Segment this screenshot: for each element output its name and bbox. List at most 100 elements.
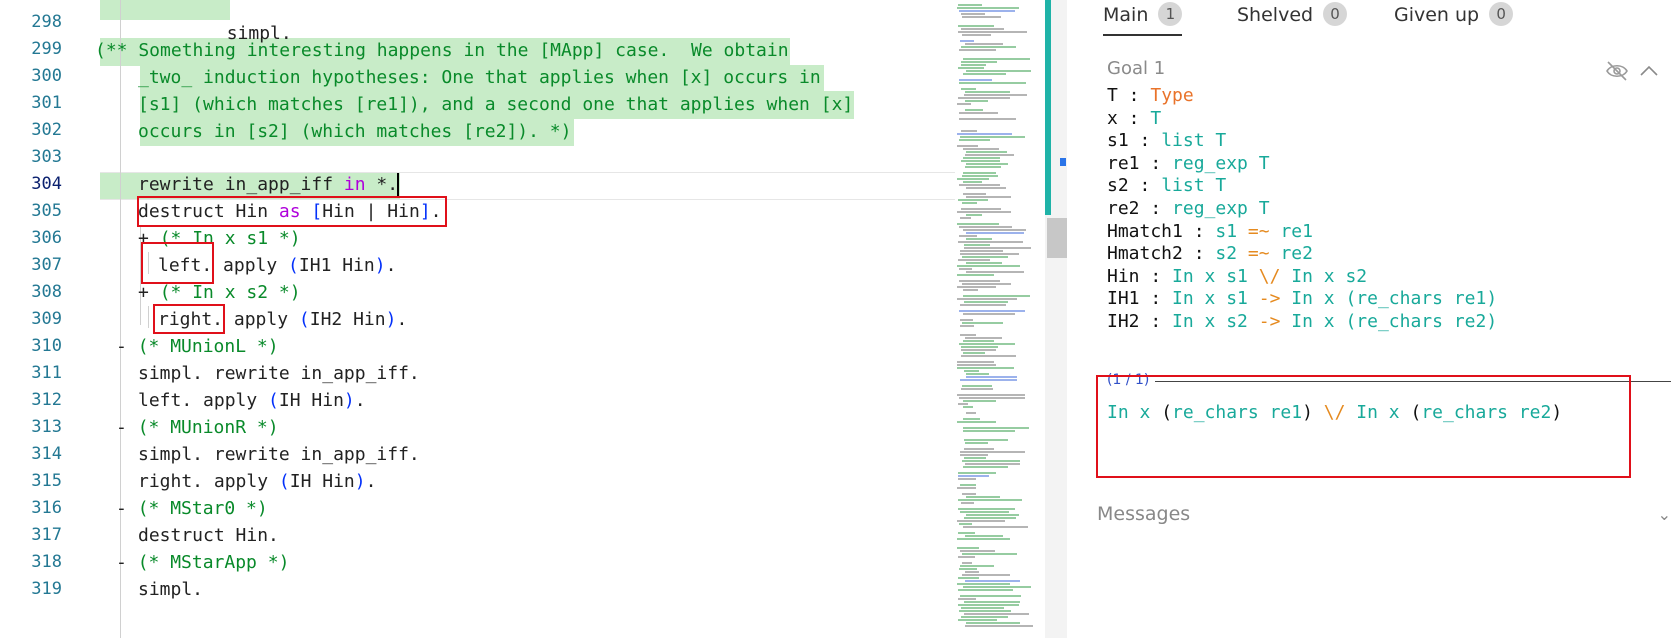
minimap-line: [960, 379, 1017, 381]
minimap-line: [965, 91, 1010, 93]
minimap-line: [963, 418, 980, 420]
minimap-line: [958, 598, 976, 600]
hypothesis: Hmatch2 : s2 =~ re2: [1107, 243, 1313, 264]
minimap-line: [964, 613, 1029, 615]
minimap-line: [960, 40, 974, 42]
minimap-line: [959, 523, 972, 525]
line-number: 307: [31, 255, 62, 275]
minimap-line: [961, 355, 1016, 357]
minimap-line: [963, 73, 1006, 75]
minimap-line: [966, 70, 1031, 72]
line-number: 312: [31, 390, 62, 410]
minimap-line: [960, 319, 973, 321]
minimap-line: [959, 343, 1015, 345]
minimap-line: [957, 133, 1012, 135]
minimap-line: [958, 67, 984, 69]
minimap-line: [959, 184, 1000, 186]
minimap-line: [966, 196, 1011, 198]
minimap-line: [957, 538, 1010, 540]
minimap-line: [966, 496, 1000, 498]
line-number-active: 304: [31, 174, 62, 194]
minimap-line: [959, 280, 1000, 282]
minimap-line: [965, 625, 1033, 627]
minimap-line: [966, 412, 976, 414]
tab-given-up[interactable]: Given up 0: [1394, 0, 1514, 34]
minimap-line: [962, 460, 1020, 462]
minimap-line: [965, 43, 1003, 45]
minimap-line: [963, 289, 978, 291]
minimap-line: [960, 451, 1025, 453]
minimap-line: [965, 580, 1020, 582]
code-line-active: rewrite in_app_iff in *.: [138, 174, 399, 195]
minimap-line: [958, 478, 976, 480]
minimap-line: [963, 157, 1000, 159]
minimap-line: [959, 310, 1025, 312]
minimap-line: [958, 403, 968, 405]
minimap-line: [966, 187, 1006, 189]
minimap-line: [963, 340, 994, 342]
messages-header[interactable]: Messages: [1097, 503, 1190, 525]
tab-given-up-count: 0: [1489, 2, 1514, 26]
code-line-comment: (** Something interesting happens in the…: [95, 40, 789, 61]
hypothesis: x : T: [1107, 108, 1162, 129]
code-line: simpl. rewrite in_app_iff.: [138, 363, 420, 384]
code-area[interactable]: simpl. (** Something interesting happens…: [95, 0, 955, 638]
line-number-gutter: 298 299 300 301 302 303 304 305 306 307 …: [0, 0, 78, 638]
minimap-line: [959, 610, 1011, 612]
minimap-line: [963, 430, 1015, 432]
minimap-line: [960, 484, 976, 486]
minimap-line: [966, 163, 1008, 165]
minimap-line: [959, 139, 990, 141]
minimap-line: [957, 178, 989, 180]
goal-title: Goal 1: [1107, 58, 1166, 79]
minimap-line: [957, 547, 979, 549]
minimap-line: [965, 571, 979, 573]
minimap-line: [961, 388, 993, 390]
eye-slash-icon[interactable]: [1606, 61, 1628, 81]
chevron-up-icon[interactable]: [1640, 65, 1658, 76]
minimap-line: [964, 457, 986, 459]
code-editor[interactable]: 298 299 300 301 302 303 304 305 306 307 …: [0, 0, 955, 638]
minimap-line: [963, 466, 1008, 468]
line-number: 305: [31, 201, 62, 221]
minimap-line: [962, 175, 998, 177]
minimap-line: [957, 364, 996, 366]
minimap-line: [959, 568, 977, 570]
minimap-line: [958, 199, 988, 201]
minimap-line: [961, 502, 974, 504]
minimap-line: [958, 619, 997, 621]
hypothesis: s2 : list T: [1107, 175, 1227, 196]
hypothesis: T : Type: [1107, 85, 1194, 106]
line-number: 300: [31, 66, 62, 86]
minimap-line: [958, 472, 996, 474]
minimap-line: [958, 508, 1015, 510]
code-line: - (* MStar0 *): [116, 498, 268, 519]
minimap-line: [957, 145, 978, 147]
processed-progress-bar: [1045, 0, 1051, 215]
minimap-line: [964, 94, 1027, 96]
minimap-line: [960, 454, 988, 456]
tab-shelved-count: 0: [1323, 2, 1348, 26]
minimap-line: [964, 301, 1008, 303]
minimap-line: [959, 82, 1026, 84]
minimap-line: [964, 439, 1008, 441]
code-line-comment: _two_ induction hypotheses: One that app…: [138, 67, 821, 88]
minimap-line: [957, 583, 1010, 585]
minimap-line: [961, 61, 997, 63]
line-number: 310: [31, 336, 62, 356]
scrollbar-thumb[interactable]: [1047, 218, 1067, 258]
minimap-line: [959, 397, 1025, 399]
line-number: 301: [31, 93, 62, 113]
tab-main[interactable]: Main 1: [1103, 0, 1183, 36]
minimap-line: [962, 283, 1011, 285]
minimap-line: [962, 562, 972, 564]
minimap-line: [960, 334, 976, 336]
chevron-down-icon[interactable]: ⌄: [1658, 505, 1671, 524]
minimap-line: [962, 322, 1003, 324]
minimap-line: [966, 271, 1024, 273]
minimap-line: [963, 586, 1031, 588]
minimap[interactable]: [955, 0, 1045, 638]
line-number: 316: [31, 498, 62, 518]
minimap-line: [964, 244, 990, 246]
tab-shelved[interactable]: Shelved 0: [1237, 0, 1348, 34]
